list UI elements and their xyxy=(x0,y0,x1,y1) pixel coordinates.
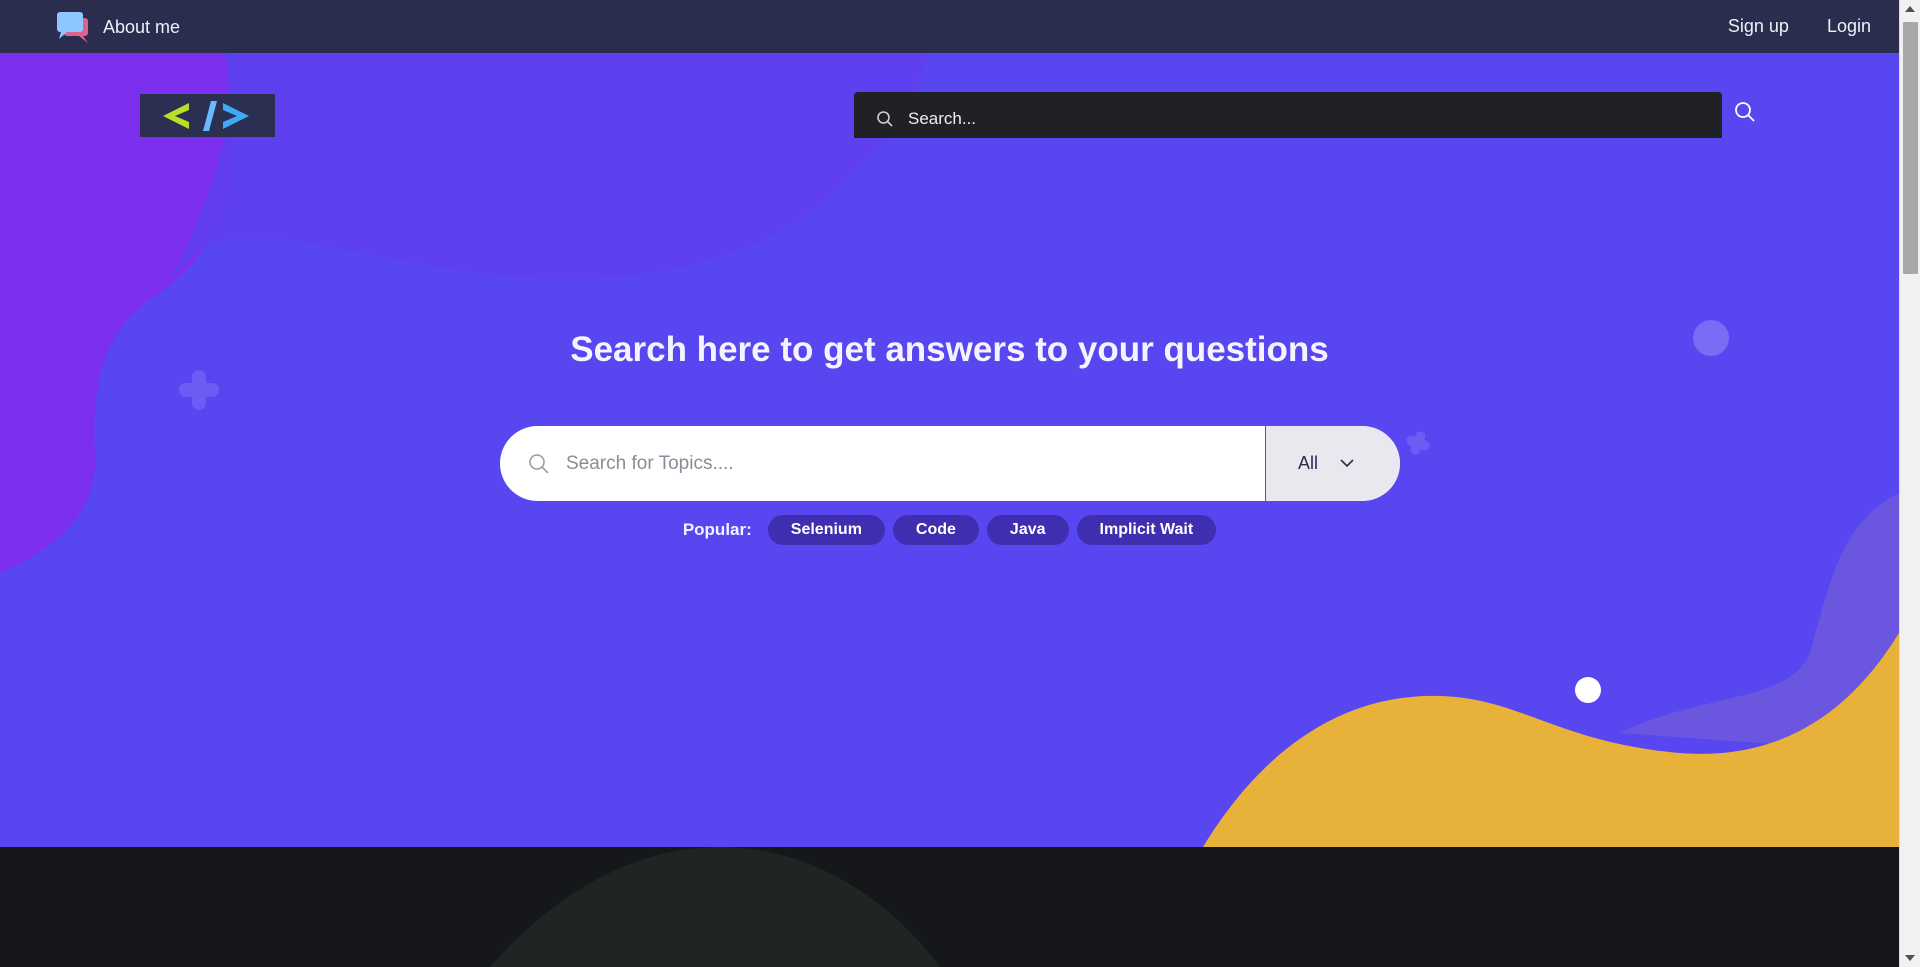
popular-tag-java[interactable]: Java xyxy=(986,515,1069,545)
about-me-label: About me xyxy=(103,16,181,37)
topic-search-bar: All xyxy=(500,426,1400,501)
popular-label: Popular: xyxy=(682,520,752,539)
popular-tag-implicit-wait[interactable]: Implicit Wait xyxy=(1076,515,1217,545)
hero-title: Search here to get answers to your quest… xyxy=(570,330,1329,369)
search-icon xyxy=(877,111,893,127)
page-scrollbar[interactable] xyxy=(1899,0,1920,967)
header-search-bar xyxy=(854,92,1722,138)
popular-tag-selenium[interactable]: Selenium xyxy=(767,515,885,545)
topic-search-input[interactable] xyxy=(550,452,1265,475)
scroll-up-arrow-icon[interactable] xyxy=(1905,6,1915,12)
footer-decoration xyxy=(490,847,940,967)
signup-link[interactable]: Sign up xyxy=(1728,16,1789,37)
scroll-down-arrow-icon[interactable] xyxy=(1905,955,1915,961)
popular-tags: Popular: Selenium Code Java Implicit Wai… xyxy=(0,515,1899,545)
login-link[interactable]: Login xyxy=(1827,16,1871,37)
popular-tag-code[interactable]: Code xyxy=(892,515,979,545)
site-logo[interactable] xyxy=(140,94,275,137)
top-navbar: About me Sign up Login xyxy=(0,0,1899,53)
chat-icon xyxy=(57,12,88,43)
code-brackets-logo-icon xyxy=(162,100,249,131)
about-me-link[interactable]: About me xyxy=(55,10,180,44)
header-search-input[interactable] xyxy=(908,109,1688,129)
category-selected-value: All xyxy=(1298,453,1319,473)
search-icon xyxy=(529,453,549,474)
scrollbar-thumb[interactable] xyxy=(1903,22,1918,274)
chevron-down-icon xyxy=(1340,459,1354,468)
search-icon[interactable] xyxy=(1734,101,1756,123)
category-select[interactable]: All xyxy=(1265,426,1400,501)
